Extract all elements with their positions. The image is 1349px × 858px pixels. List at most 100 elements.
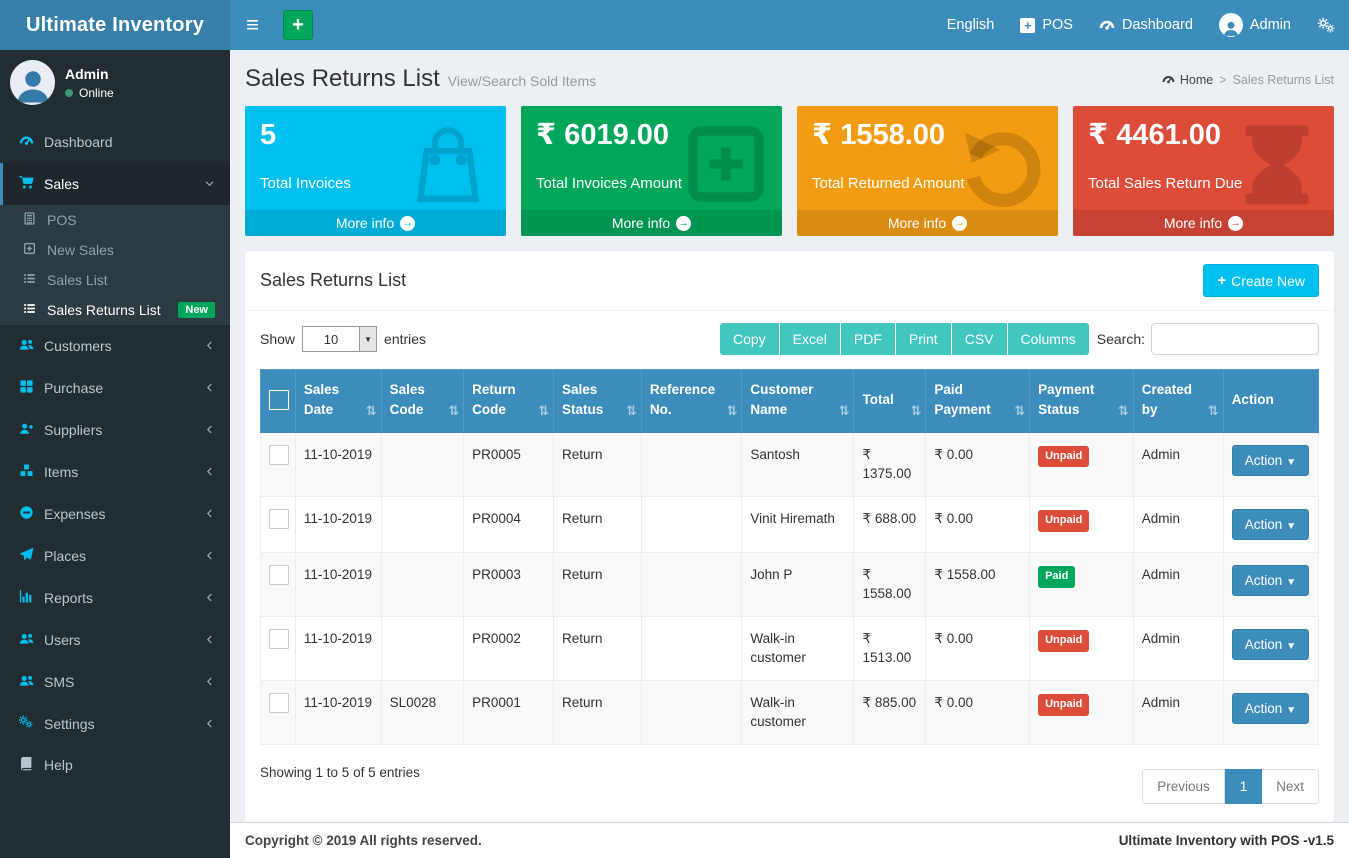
col-sales-status[interactable]: Sales Status⇅ — [554, 370, 642, 432]
sort-icon: ⇅ — [626, 401, 637, 421]
create-new-label: Create New — [1231, 273, 1305, 289]
sidebar-item-help[interactable]: Help — [0, 744, 230, 786]
col-paid-payment[interactable]: Paid Payment⇅ — [926, 370, 1030, 432]
sidebar-item-reports[interactable]: Reports — [0, 577, 230, 619]
action-button[interactable]: Action▼ — [1232, 629, 1309, 660]
language-menu[interactable]: English — [934, 0, 1008, 50]
brand-logo[interactable]: Ultimate Inventory — [0, 0, 230, 50]
row-checkbox[interactable] — [269, 509, 289, 529]
breadcrumb-home-link[interactable]: Home — [1162, 73, 1213, 87]
chevron-left-icon — [204, 590, 215, 606]
col-created-by[interactable]: Created by⇅ — [1133, 370, 1223, 432]
previous-page-button[interactable]: Previous — [1142, 769, 1225, 804]
sidebar-item-sms[interactable]: SMS — [0, 661, 230, 703]
sidebar-item-suppliers[interactable]: Suppliers — [0, 409, 230, 451]
table-row: 11-10-2019 PR0002 Return Walk-in custome… — [261, 616, 1319, 680]
select-all-header — [261, 370, 296, 432]
pdf-button[interactable]: PDF — [841, 323, 896, 355]
sidebar-item-items[interactable]: Items — [0, 451, 230, 493]
action-button[interactable]: Action▼ — [1232, 445, 1309, 476]
cell-paid-payment: ₹ 1558.00 — [926, 552, 1030, 616]
col-return-code[interactable]: Return Code⇅ — [464, 370, 554, 432]
sidebar-item-sales[interactable]: Sales — [0, 163, 230, 205]
col-total[interactable]: Total⇅ — [854, 370, 926, 432]
col-reference-no[interactable]: Reference No.⇅ — [641, 370, 742, 432]
sidebar-item-sales-returns-list[interactable]: Sales Returns List New — [0, 295, 230, 325]
user-avatar-icon — [1219, 13, 1243, 37]
info-boxes: 5 Total Invoices More info → ₹ 6019.00 T… — [245, 106, 1334, 236]
cell-sales-date: 11-10-2019 — [295, 680, 381, 744]
calculator-icon — [22, 212, 37, 228]
user-menu[interactable]: Admin — [1206, 0, 1304, 50]
nav-pos-link[interactable]: + POS — [1007, 0, 1086, 50]
action-button[interactable]: Action▼ — [1232, 509, 1309, 540]
table-footer: Showing 1 to 5 of 5 entries Previous 1 N… — [245, 745, 1334, 812]
page-length-select[interactable]: 10 ▼ — [302, 326, 377, 352]
cell-sales-status: Return — [554, 496, 642, 552]
create-new-button[interactable]: + Create New — [1203, 264, 1319, 297]
chevron-left-icon — [204, 548, 215, 564]
cell-paid-payment: ₹ 0.00 — [926, 432, 1030, 497]
dashboard-icon — [1099, 17, 1115, 33]
next-page-button[interactable]: Next — [1262, 769, 1319, 804]
more-info-link[interactable]: More info → — [245, 210, 506, 236]
select-all-checkbox[interactable] — [269, 390, 289, 410]
sort-icon: ⇅ — [726, 401, 737, 421]
nav-dashboard-link[interactable]: Dashboard — [1086, 0, 1206, 50]
sidebar-item-new-sales[interactable]: New Sales — [0, 235, 230, 265]
quick-add-button[interactable]: + — [283, 10, 313, 40]
excel-button[interactable]: Excel — [780, 323, 841, 355]
more-info-link[interactable]: More info → — [1073, 210, 1334, 236]
print-button[interactable]: Print — [896, 323, 952, 355]
csv-button[interactable]: CSV — [952, 323, 1008, 355]
columns-button[interactable]: Columns — [1008, 323, 1089, 355]
sidebar-item-pos[interactable]: POS — [0, 205, 230, 235]
col-sales-code[interactable]: Sales Code⇅ — [381, 370, 464, 432]
row-checkbox[interactable] — [269, 445, 289, 465]
copy-button[interactable]: Copy — [720, 323, 780, 355]
action-button[interactable]: Action▼ — [1232, 693, 1309, 724]
home-dashboard-icon — [1162, 73, 1175, 86]
cell-customer-name: Vinit Hiremath — [742, 496, 854, 552]
action-button[interactable]: Action▼ — [1232, 565, 1309, 596]
col-payment-status[interactable]: Payment Status⇅ — [1030, 370, 1134, 432]
cell-return-code: PR0005 — [464, 432, 554, 497]
row-checkbox[interactable] — [269, 565, 289, 585]
sidebar-item-settings[interactable]: Settings — [0, 703, 230, 744]
sidebar-item-dashboard[interactable]: Dashboard — [0, 121, 230, 163]
sidebar-item-sales-list[interactable]: Sales List — [0, 265, 230, 295]
sort-icon: ⇅ — [1118, 401, 1129, 421]
row-checkbox[interactable] — [269, 693, 289, 713]
sidebar-toggle-icon[interactable]: ≡ — [230, 0, 275, 50]
footer: Copyright © 2019 All rights reserved. Ul… — [230, 822, 1349, 858]
page-1-button[interactable]: 1 — [1225, 769, 1263, 804]
arrow-right-circle-icon: → — [400, 216, 415, 231]
row-checkbox[interactable] — [269, 629, 289, 649]
dashboard-label: Dashboard — [1122, 17, 1193, 33]
sidebar-menu: Dashboard Sales POS New Sales Sales Li — [0, 121, 230, 786]
cell-created-by: Admin — [1133, 552, 1223, 616]
col-sales-date[interactable]: Sales Date⇅ — [295, 370, 381, 432]
sidebar-item-users[interactable]: Users — [0, 619, 230, 661]
cell-sales-date: 11-10-2019 — [295, 496, 381, 552]
settings-menu[interactable] — [1304, 0, 1349, 50]
user-status[interactable]: Online — [65, 86, 114, 100]
list-icon — [22, 302, 37, 318]
sidebar-item-places[interactable]: Places — [0, 535, 230, 577]
sidebar-item-purchase[interactable]: Purchase — [0, 367, 230, 409]
more-info-link[interactable]: More info → — [521, 210, 782, 236]
user-plus-icon — [18, 421, 34, 439]
cell-sales-status: Return — [554, 432, 642, 497]
cell-sales-status: Return — [554, 552, 642, 616]
sidebar-item-customers[interactable]: Customers — [0, 325, 230, 367]
sidebar-item-expenses[interactable]: Expenses — [0, 493, 230, 535]
search-input[interactable] — [1151, 323, 1319, 355]
cell-return-code: PR0002 — [464, 616, 554, 680]
cell-reference-no — [641, 616, 742, 680]
col-customer-name[interactable]: Customer Name⇅ — [742, 370, 854, 432]
search-control: Search: — [1097, 323, 1319, 355]
cell-customer-name: John P — [742, 552, 854, 616]
controls-right: Copy Excel PDF Print CSV Columns Search: — [720, 323, 1319, 355]
more-info-link[interactable]: More info → — [797, 210, 1058, 236]
infobox-label: Total Invoices Amount — [536, 175, 767, 192]
